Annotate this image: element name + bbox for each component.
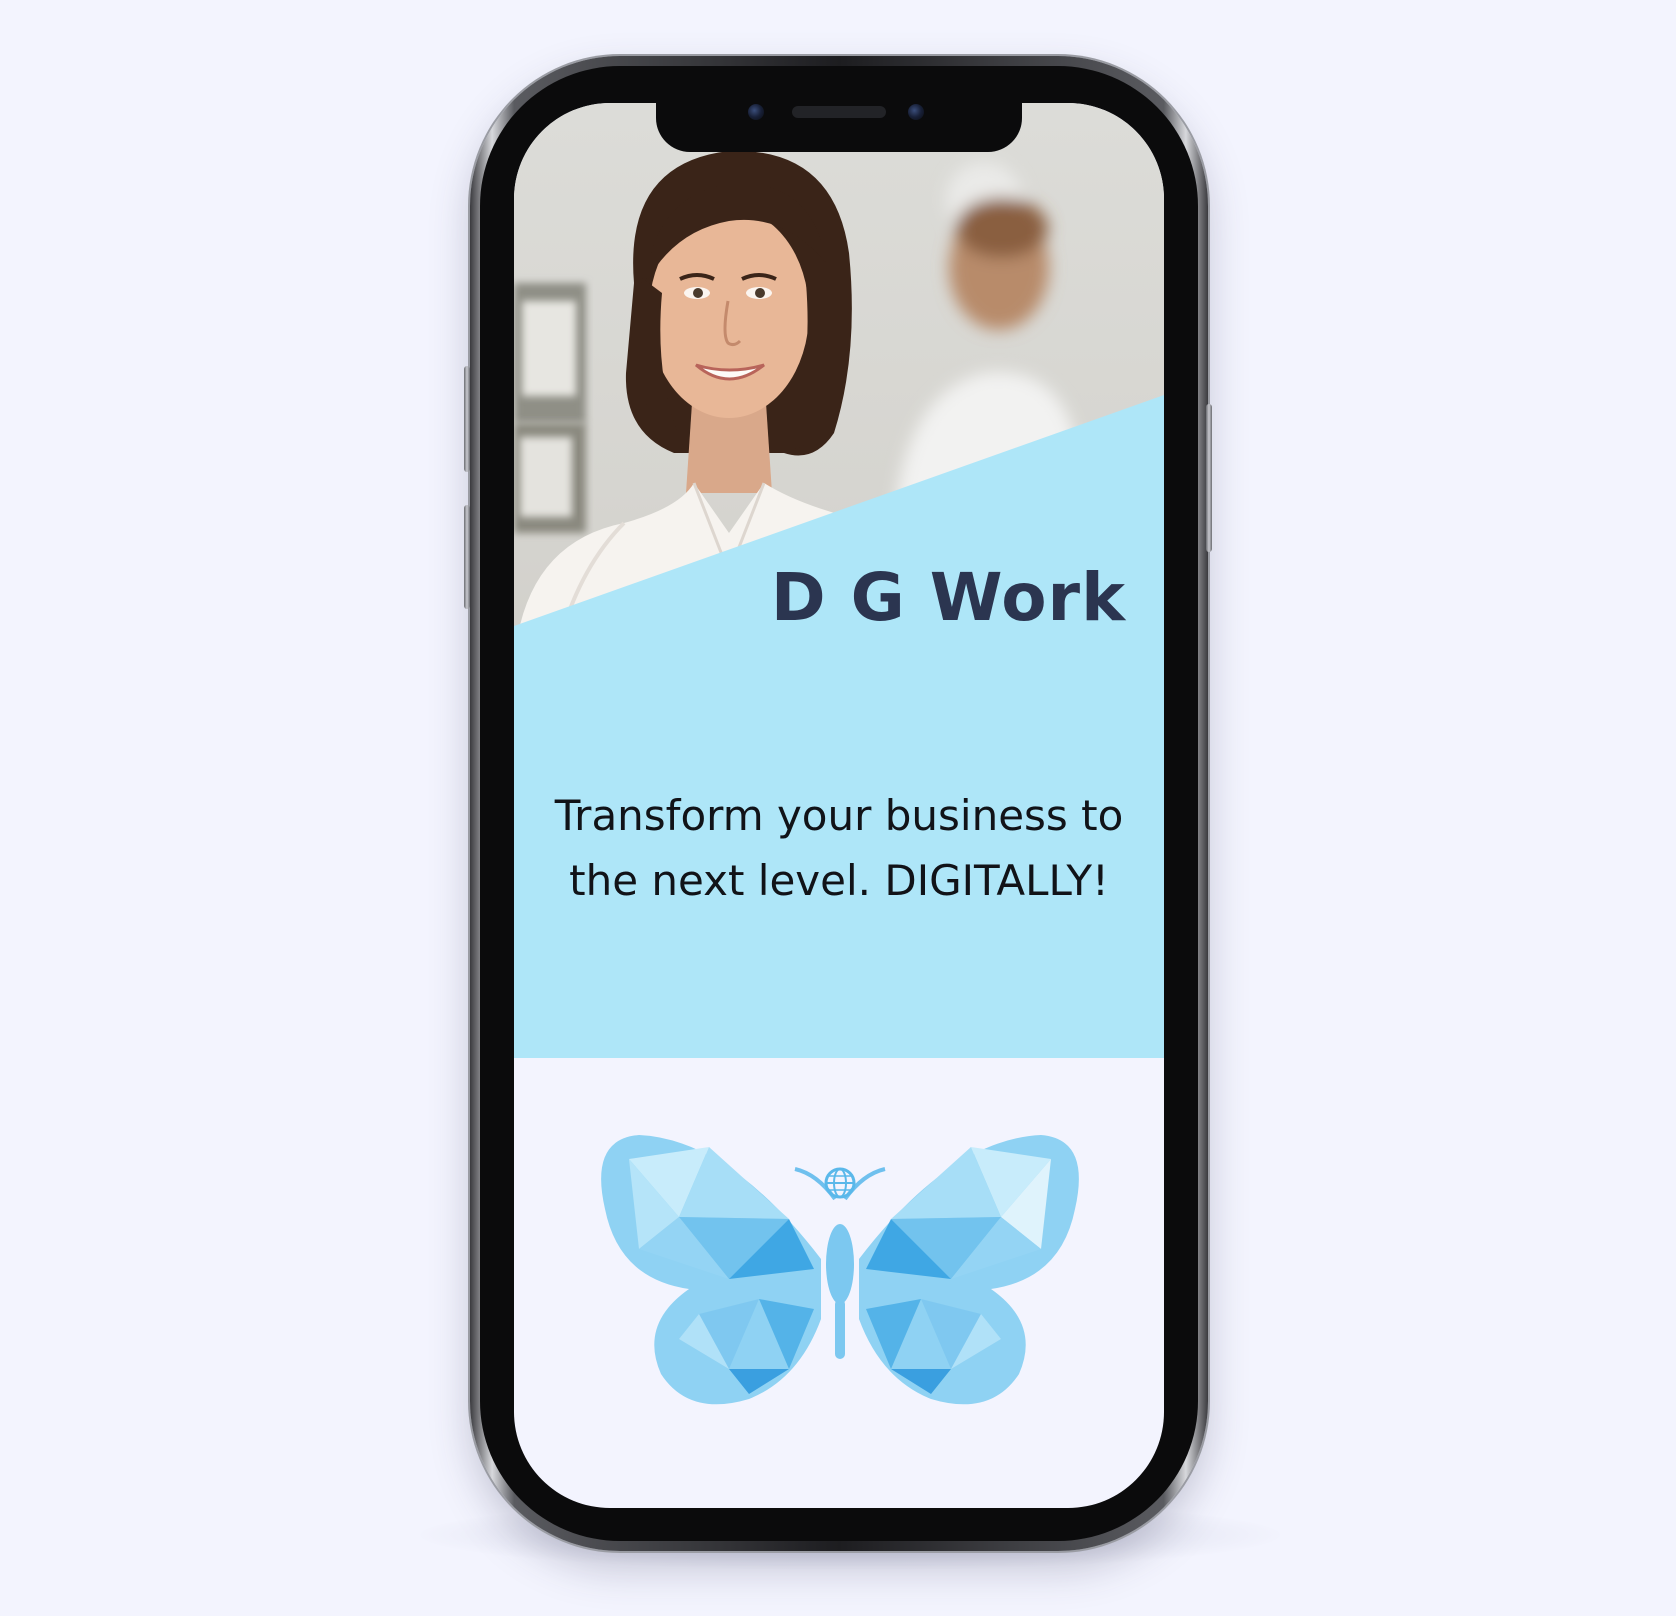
volume-button	[464, 505, 470, 609]
camera-right-icon	[908, 104, 924, 120]
butterfly-logo-icon	[601, 1135, 1079, 1405]
power-button	[1206, 404, 1212, 552]
camera-left-icon	[748, 104, 764, 120]
brand-title: D G Work	[770, 559, 1126, 636]
mockup-stage: D G Work Transform your business to the …	[0, 0, 1676, 1616]
phone-notch	[656, 96, 1022, 152]
tagline-line-1: Transform your business to	[554, 791, 1124, 840]
speaker-grille	[792, 106, 886, 118]
phone-screen: D G Work Transform your business to the …	[514, 103, 1164, 1508]
hero-tagline: Transform your business to the next leve…	[534, 783, 1144, 913]
tagline-line-2: the next level. DIGITALLY!	[569, 856, 1109, 905]
mute-switch	[464, 366, 470, 472]
